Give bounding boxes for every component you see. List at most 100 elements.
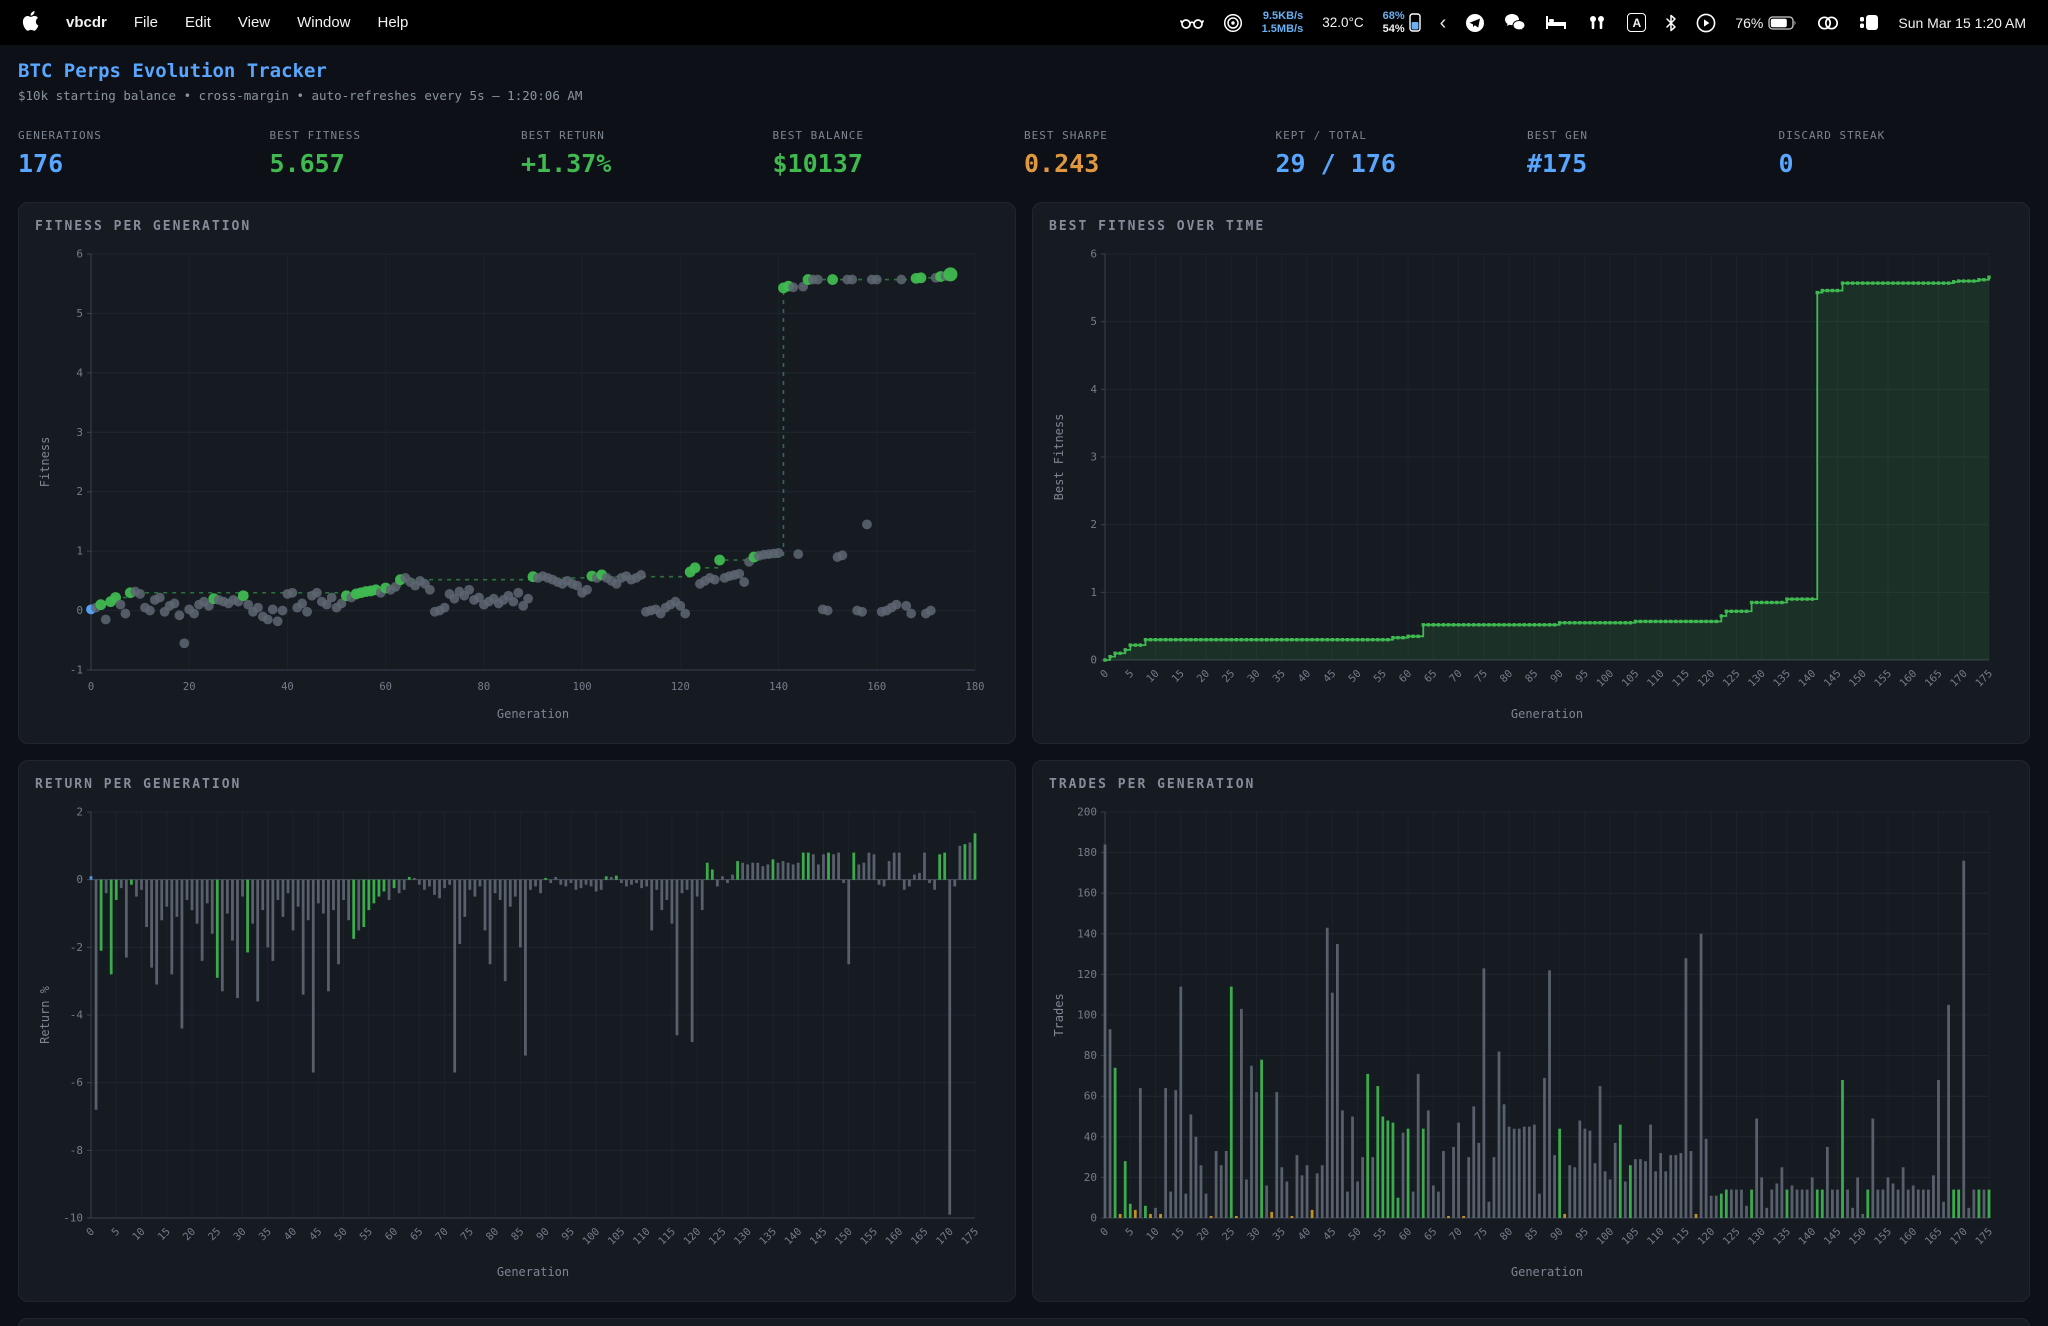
svg-text:5: 5 <box>1123 668 1136 681</box>
svg-text:95: 95 <box>1574 668 1591 685</box>
svg-text:100: 100 <box>1594 668 1616 690</box>
svg-text:165: 165 <box>909 1226 931 1248</box>
bed-icon[interactable] <box>1545 14 1567 31</box>
svg-text:85: 85 <box>509 1226 526 1243</box>
stat-best-fitness: BEST FITNESS 5.657 <box>270 129 522 178</box>
svg-text:65: 65 <box>408 1226 425 1243</box>
telegram-icon[interactable] <box>1465 13 1485 33</box>
svg-text:30: 30 <box>1245 668 1262 685</box>
svg-text:150: 150 <box>1847 1226 1869 1248</box>
svg-text:180: 180 <box>1077 846 1097 859</box>
svg-text:145: 145 <box>1822 1226 1844 1248</box>
svg-text:40: 40 <box>1296 668 1313 685</box>
play-circle-icon[interactable] <box>1696 13 1716 33</box>
menu-help[interactable]: Help <box>378 14 409 31</box>
svg-text:175: 175 <box>1973 1226 1995 1248</box>
svg-text:25: 25 <box>1220 668 1237 685</box>
svg-text:0: 0 <box>76 604 83 617</box>
svg-text:4: 4 <box>1090 383 1097 396</box>
panel-title: BEST FITNESS OVER TIME <box>1049 219 2013 234</box>
svg-text:100: 100 <box>1594 1226 1616 1248</box>
svg-text:145: 145 <box>1822 668 1844 690</box>
svg-text:5: 5 <box>76 307 83 320</box>
stat-best-sharpe: BEST SHARPE 0.243 <box>1024 129 1276 178</box>
download-speed: 1.5MB/s <box>1262 23 1304 36</box>
svg-text:70: 70 <box>433 1226 450 1243</box>
svg-text:-2: -2 <box>70 941 83 954</box>
upload-speed: 9.5KB/s <box>1263 10 1303 23</box>
dashboard: BTC Perps Evolution Tracker $10k startin… <box>0 60 2048 1326</box>
svg-text:35: 35 <box>1270 668 1287 685</box>
menu-window[interactable]: Window <box>297 14 350 31</box>
svg-text:2: 2 <box>1090 518 1097 531</box>
svg-text:40: 40 <box>1296 1226 1313 1243</box>
svg-text:Return %: Return % <box>38 985 52 1044</box>
network-speed[interactable]: 9.5KB/s 1.5MB/s <box>1262 10 1304 35</box>
wechat-icon[interactable] <box>1504 13 1526 32</box>
svg-text:65: 65 <box>1422 1226 1439 1243</box>
glasses-icon[interactable] <box>1180 15 1204 30</box>
stat-discard-streak: DISCARD STREAK 0 <box>1779 129 2031 178</box>
link-icon[interactable] <box>1816 15 1840 31</box>
svg-text:60: 60 <box>1084 1090 1097 1103</box>
menu-clock[interactable]: Sun Mar 15 1:20 AM <box>1898 15 2026 31</box>
apple-icon[interactable] <box>22 11 39 35</box>
svg-text:10: 10 <box>130 1226 147 1243</box>
battery-percent: 76% <box>1735 15 1763 31</box>
svg-text:125: 125 <box>1721 1226 1743 1248</box>
stat-best-balance: BEST BALANCE $10137 <box>773 129 1025 178</box>
airdrop-icon[interactable] <box>1223 13 1243 33</box>
svg-text:-1: -1 <box>70 664 83 677</box>
svg-text:20: 20 <box>181 1226 198 1243</box>
panel-title: FITNESS PER GENERATION <box>35 219 999 234</box>
fitness-per-generation-panel: FITNESS PER GENERATION 02040608010012014… <box>18 202 1016 744</box>
temperature[interactable]: 32.0°C <box>1322 15 1363 30</box>
input-source-icon[interactable]: A <box>1627 13 1646 32</box>
svg-text:120: 120 <box>681 1226 703 1248</box>
svg-text:160: 160 <box>1077 887 1097 900</box>
stage-manager-icon[interactable] <box>1859 14 1879 31</box>
svg-text:160: 160 <box>883 1226 905 1248</box>
menu-view[interactable]: View <box>238 14 270 31</box>
svg-text:160: 160 <box>1897 1226 1919 1248</box>
svg-text:160: 160 <box>867 681 886 693</box>
svg-text:135: 135 <box>1771 1226 1793 1248</box>
device-battery[interactable]: 68% 54% <box>1383 10 1421 35</box>
svg-text:Generation: Generation <box>497 1265 569 1279</box>
device-pct-bottom: 54% <box>1383 23 1405 36</box>
collapse-menu-icon[interactable]: ‹ <box>1440 13 1447 33</box>
fitness-per-generation-chart: 020406080100120140160180-10123456Fitness… <box>35 240 999 726</box>
svg-text:40: 40 <box>282 1226 299 1243</box>
svg-text:70: 70 <box>1447 668 1464 685</box>
svg-text:50: 50 <box>1346 1226 1363 1243</box>
svg-text:75: 75 <box>1473 1226 1490 1243</box>
stat-best-gen: BEST GEN #175 <box>1527 129 1779 178</box>
svg-text:85: 85 <box>1523 668 1540 685</box>
svg-text:10: 10 <box>1144 668 1161 685</box>
svg-text:40: 40 <box>281 681 294 693</box>
svg-text:105: 105 <box>1620 1226 1642 1248</box>
menu-file[interactable]: File <box>134 14 158 31</box>
bluetooth-icon[interactable] <box>1665 14 1677 32</box>
menu-bar: vbcdr File Edit View Window Help 9.5KB/s… <box>0 0 2048 45</box>
menu-app-name[interactable]: vbcdr <box>66 14 107 31</box>
svg-text:130: 130 <box>732 1226 754 1248</box>
svg-text:80: 80 <box>1498 1226 1515 1243</box>
svg-text:140: 140 <box>769 681 788 693</box>
svg-text:0: 0 <box>88 681 94 693</box>
svg-text:Generation: Generation <box>1511 707 1583 721</box>
battery-icon <box>1768 16 1797 30</box>
svg-text:0: 0 <box>84 1226 97 1239</box>
mac-battery[interactable]: 76% <box>1735 15 1797 31</box>
stats-row: GENERATIONS 176 BEST FITNESS 5.657 BEST … <box>18 129 2030 178</box>
svg-text:130: 130 <box>1746 668 1768 690</box>
menu-edit[interactable]: Edit <box>185 14 211 31</box>
best-fitness-over-time-panel: BEST FITNESS OVER TIME 05101520253035404… <box>1032 202 2030 744</box>
svg-text:25: 25 <box>206 1226 223 1243</box>
svg-text:3: 3 <box>1090 451 1097 464</box>
svg-text:50: 50 <box>1346 668 1363 685</box>
airpods-icon[interactable] <box>1586 14 1608 31</box>
svg-text:145: 145 <box>808 1226 830 1248</box>
svg-text:20: 20 <box>1195 1226 1212 1243</box>
svg-text:155: 155 <box>1872 1226 1894 1248</box>
